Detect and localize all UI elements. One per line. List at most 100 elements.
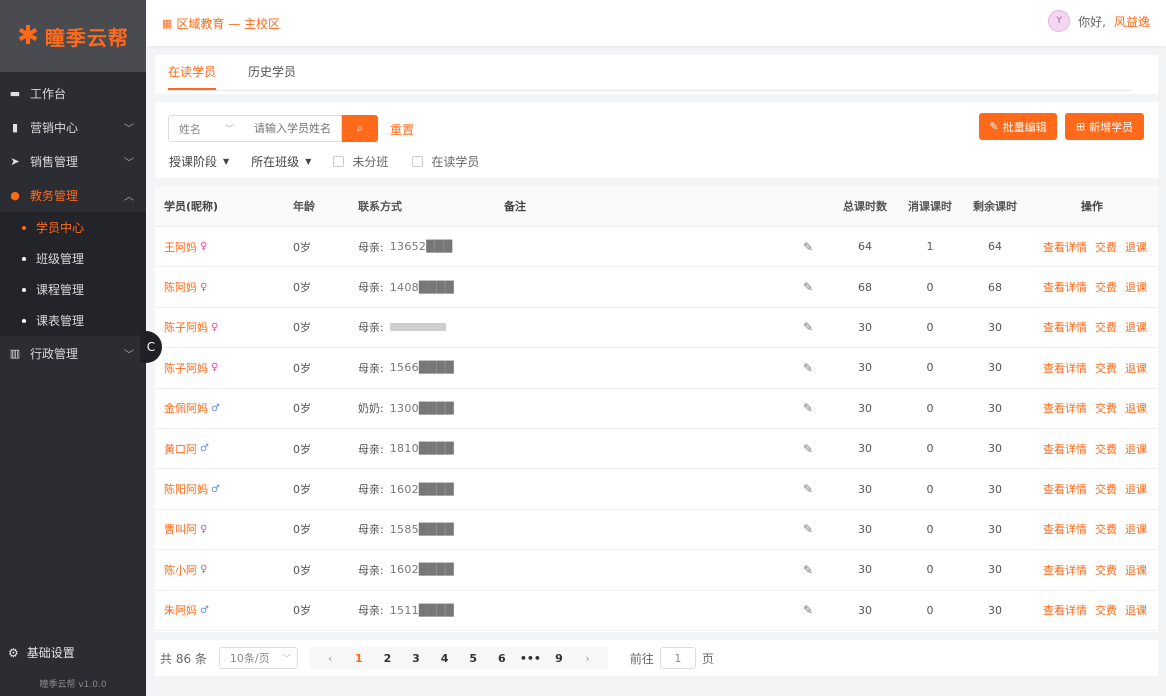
student-name[interactable]: 陈子阿妈 xyxy=(164,360,208,376)
active-students-checkbox[interactable]: 在读学员 xyxy=(412,153,479,170)
tab-history-students[interactable]: 历史学员 xyxy=(248,63,296,90)
pay-fee-link[interactable]: 交费 xyxy=(1095,279,1117,295)
sidebar-item-academic[interactable]: ● 教务管理 ︿ xyxy=(0,178,146,212)
sidebar-subitem-class-management[interactable]: 班级管理 xyxy=(0,243,146,274)
edit-note-icon[interactable]: ✎ xyxy=(803,267,813,306)
student-name-cell[interactable]: 陈子阿妈 ♀ xyxy=(164,308,218,347)
drop-course-link[interactable]: 退课 xyxy=(1125,400,1147,416)
edit-note-icon[interactable]: ✎ xyxy=(803,348,813,387)
edit-note-icon[interactable]: ✎ xyxy=(803,308,813,347)
user-menu[interactable]: Y 你好, 风益逸 xyxy=(1048,10,1150,32)
view-details-link[interactable]: 查看详情 xyxy=(1043,521,1087,537)
view-details-link[interactable]: 查看详情 xyxy=(1043,481,1087,497)
student-name[interactable]: 王阿妈 xyxy=(164,239,197,255)
page-button[interactable]: 6 xyxy=(487,652,516,665)
drop-course-link[interactable]: 退课 xyxy=(1125,319,1147,335)
class-dropdown[interactable]: 所在班级 ▼ xyxy=(251,153,311,170)
student-name[interactable]: 黄口阿 xyxy=(164,441,197,457)
sidebar-item-workbench[interactable]: ▬ 工作台 xyxy=(0,76,146,110)
view-details-link[interactable]: 查看详情 xyxy=(1043,239,1087,255)
student-name-cell[interactable]: 朱阿妈 ♂ xyxy=(164,591,209,630)
sidebar-subitem-course-management[interactable]: 课程管理 xyxy=(0,274,146,305)
search-input[interactable] xyxy=(242,115,342,142)
edit-note-icon[interactable]: ✎ xyxy=(803,510,813,549)
student-name-cell[interactable]: 黄口阿 ♂ xyxy=(164,429,209,468)
edit-note-icon[interactable]: ✎ xyxy=(803,389,813,428)
view-details-link[interactable]: 查看详情 xyxy=(1043,319,1087,335)
view-details-link[interactable]: 查看详情 xyxy=(1043,360,1087,376)
edit-note-icon[interactable]: ✎ xyxy=(803,469,813,508)
logo[interactable]: ✱ 瞳季云帮 xyxy=(0,0,146,72)
student-name-cell[interactable]: 陈阿妈 ♀ xyxy=(164,267,207,306)
student-name-cell[interactable]: 曹叫阿 ♀ xyxy=(164,510,207,549)
sidebar-subitem-student-center[interactable]: 学员中心 xyxy=(0,212,146,243)
student-name[interactable]: 陈小阿 xyxy=(164,562,197,578)
stage-dropdown[interactable]: 授课阶段 ▼ xyxy=(169,153,229,170)
student-name-cell[interactable]: 金佩阿妈 ♂ xyxy=(164,389,220,428)
student-name[interactable]: 陈子阿妈 xyxy=(164,319,208,335)
next-page-button[interactable]: › xyxy=(573,652,602,665)
unassigned-checkbox[interactable]: 未分班 xyxy=(333,153,388,170)
student-name[interactable]: 朱阿妈 xyxy=(164,602,197,618)
pay-fee-link[interactable]: 交费 xyxy=(1095,562,1117,578)
edit-note-icon[interactable]: ✎ xyxy=(803,227,813,266)
search-field-select[interactable]: 姓名 ﹀ xyxy=(168,115,243,142)
view-details-link[interactable]: 查看详情 xyxy=(1043,602,1087,618)
checkbox-box[interactable] xyxy=(412,156,424,167)
sidebar-item-admin[interactable]: ▥ 行政管理 ﹀ xyxy=(0,336,146,370)
pay-fee-link[interactable]: 交费 xyxy=(1095,400,1117,416)
page-button[interactable]: 4 xyxy=(430,652,459,665)
pay-fee-link[interactable]: 交费 xyxy=(1095,441,1117,457)
edit-note-icon[interactable]: ✎ xyxy=(803,429,813,468)
page-button[interactable]: 5 xyxy=(459,652,488,665)
settings-link[interactable]: ⚙ 基础设置 xyxy=(8,644,75,661)
page-size-select[interactable]: 10条/页 ﹀ xyxy=(218,647,298,669)
pay-fee-link[interactable]: 交费 xyxy=(1095,319,1117,335)
edit-note-icon[interactable]: ✎ xyxy=(803,550,813,589)
student-name-cell[interactable]: 陈小阿 ♀ xyxy=(164,550,207,589)
page-button[interactable]: 2 xyxy=(373,652,402,665)
pay-fee-link[interactable]: 交费 xyxy=(1095,521,1117,537)
username[interactable]: 风益逸 xyxy=(1114,13,1150,30)
drop-course-link[interactable]: 退课 xyxy=(1125,481,1147,497)
page-button[interactable]: 9 xyxy=(545,652,574,665)
sidebar-item-sales[interactable]: ➤ 销售管理 ﹀ xyxy=(0,144,146,178)
goto-page-input[interactable] xyxy=(659,647,696,669)
view-details-link[interactable]: 查看详情 xyxy=(1043,441,1087,457)
student-name[interactable]: 曹叫阿 xyxy=(164,521,197,537)
student-name-cell[interactable]: 陈子阿妈 ♀ xyxy=(164,348,218,387)
drop-course-link[interactable]: 退课 xyxy=(1125,239,1147,255)
batch-edit-button[interactable]: ✎ 批量编辑 xyxy=(979,113,1057,140)
drop-course-link[interactable]: 退课 xyxy=(1125,562,1147,578)
page-ellipsis[interactable]: ••• xyxy=(516,652,545,665)
drop-course-link[interactable]: 退课 xyxy=(1125,360,1147,376)
student-name-cell[interactable]: 陈阳阿妈 ♂ xyxy=(164,469,220,508)
drop-course-link[interactable]: 退课 xyxy=(1125,279,1147,295)
pay-fee-link[interactable]: 交费 xyxy=(1095,239,1117,255)
student-name[interactable]: 陈阳阿妈 xyxy=(164,481,208,497)
sidebar-item-marketing[interactable]: ▮ 营销中心 ﹀ xyxy=(0,110,146,144)
student-name[interactable]: 金佩阿妈 xyxy=(164,400,208,416)
tab-current-students[interactable]: 在读学员 xyxy=(168,63,217,90)
breadcrumb[interactable]: 区域教育 — 主校区 xyxy=(176,15,280,32)
prev-page-button[interactable]: ‹ xyxy=(316,652,345,665)
student-name-cell[interactable]: 王阿妈 ♀ xyxy=(164,227,207,266)
pay-fee-link[interactable]: 交费 xyxy=(1095,481,1117,497)
drop-course-link[interactable]: 退课 xyxy=(1125,441,1147,457)
page-button[interactable]: 1 xyxy=(345,652,374,665)
view-details-link[interactable]: 查看详情 xyxy=(1043,400,1087,416)
edit-note-icon[interactable]: ✎ xyxy=(803,591,813,630)
sidebar-subitem-schedule-management[interactable]: 课表管理 xyxy=(0,305,146,336)
view-details-link[interactable]: 查看详情 xyxy=(1043,562,1087,578)
add-student-button[interactable]: ⊞ 新增学员 xyxy=(1065,113,1144,140)
avatar[interactable]: Y xyxy=(1048,10,1071,32)
pay-fee-link[interactable]: 交费 xyxy=(1095,602,1117,618)
page-button[interactable]: 3 xyxy=(402,652,431,665)
view-details-link[interactable]: 查看详情 xyxy=(1043,279,1087,295)
reset-button[interactable]: 重置 xyxy=(390,121,414,138)
checkbox-box[interactable] xyxy=(333,156,345,167)
drop-course-link[interactable]: 退课 xyxy=(1125,602,1147,618)
search-button[interactable]: ⌕ xyxy=(342,115,378,142)
student-name[interactable]: 陈阿妈 xyxy=(164,279,197,295)
pay-fee-link[interactable]: 交费 xyxy=(1095,360,1117,376)
